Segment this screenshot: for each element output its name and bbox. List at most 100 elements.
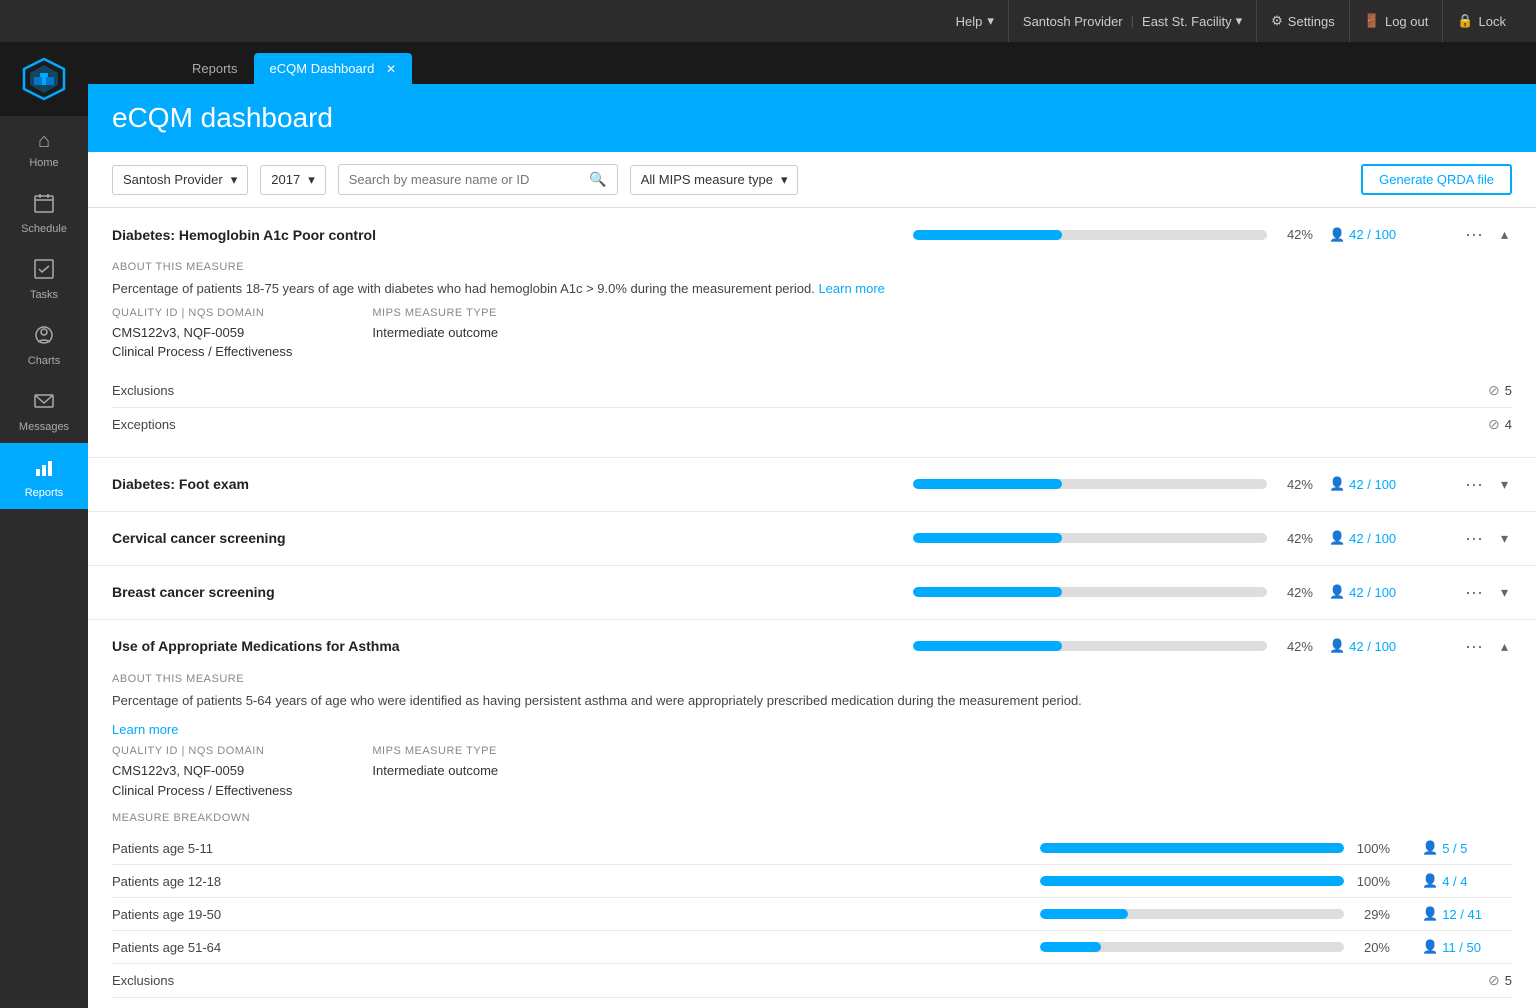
collapse-button[interactable]: ▴ <box>1497 636 1512 657</box>
measure-detail-asthma: ABOUT THIS MEASURE Percentage of patient… <box>88 673 1536 1008</box>
measure-header-asthma[interactable]: Use of Appropriate Medications for Asthm… <box>88 620 1536 673</box>
tab-reports-label: Reports <box>192 61 238 76</box>
progress-bar-fill <box>1040 843 1344 853</box>
help-menu[interactable]: Help ▾ <box>942 0 1009 42</box>
logout-button[interactable]: 🚪 Log out <box>1350 0 1444 42</box>
progress-pct: 42% <box>1277 585 1313 600</box>
help-label: Help <box>956 14 983 29</box>
sidebar-item-charts[interactable]: Charts <box>0 311 88 377</box>
learn-more-link-asthma[interactable]: Learn more <box>112 722 178 737</box>
measure-actions-breast-cancer: ··· ▾ <box>1461 580 1512 605</box>
more-options-button[interactable]: ··· <box>1461 472 1487 497</box>
year-dropdown[interactable]: 2017 ▾ <box>260 165 325 195</box>
provider-dropdown[interactable]: Santosh Provider ▾ <box>112 165 248 195</box>
measure-header-cervical-cancer[interactable]: Cervical cancer screening 42% 👤 42 / 100… <box>88 512 1536 565</box>
breakdown-row-19-50: Patients age 19-50 29% 👤 12 / 41 <box>112 898 1512 931</box>
breakdown-progress: 29% <box>1040 907 1390 922</box>
person-icon: 👤 <box>1422 939 1438 955</box>
quality-label-asthma: QUALITY ID | NQS DOMAIN <box>112 745 292 757</box>
measure-detail-diabetes-a1c: ABOUT THIS MEASURE Percentage of patient… <box>88 261 1536 457</box>
measure-name-diabetes-a1c: Diabetes: Hemoglobin A1c Poor control <box>112 227 392 243</box>
exclusion-value-asthma: 5 <box>1505 973 1512 988</box>
search-input[interactable] <box>349 172 584 187</box>
user-label: Santosh Provider <box>1023 14 1123 29</box>
measures-list: Diabetes: Hemoglobin A1c Poor control 42… <box>88 208 1536 1008</box>
chevron-down-icon-measure: ▾ <box>781 172 788 188</box>
measure-row-asthma: Use of Appropriate Medications for Asthm… <box>88 620 1536 1008</box>
sidebar-messages-label: Messages <box>19 421 69 433</box>
count-value: 12 / 41 <box>1442 907 1482 922</box>
tab-reports[interactable]: Reports <box>176 53 254 84</box>
count-value: 42 / 100 <box>1349 477 1396 492</box>
search-box[interactable]: 🔍 <box>338 164 618 195</box>
content-area: Reports eCQM Dashboard ✕ eCQM dashboard … <box>88 42 1536 1008</box>
count-value: 11 / 50 <box>1442 940 1481 955</box>
quality-section-asthma: QUALITY ID | NQS DOMAIN CMS122v3, NQF-00… <box>112 745 292 800</box>
settings-menu[interactable]: ⚙ Settings <box>1257 0 1350 42</box>
measure-header-diabetes-a1c[interactable]: Diabetes: Hemoglobin A1c Poor control 42… <box>88 208 1536 261</box>
exclusion-count: ⊘ 5 <box>1488 382 1512 399</box>
learn-more-label: Learn more <box>818 281 884 296</box>
generate-qrda-button[interactable]: Generate QRDA file <box>1361 164 1512 195</box>
expand-button[interactable]: ▾ <box>1497 528 1512 549</box>
count-value: 42 / 100 <box>1349 531 1396 546</box>
measure-actions-diabetes-a1c: ··· ▴ <box>1461 222 1512 247</box>
gear-icon: ⚙ <box>1271 13 1283 29</box>
sidebar-item-messages[interactable]: Messages <box>0 377 88 443</box>
charts-icon <box>34 325 54 351</box>
exclusion-row-0: Exclusions ⊘ 5 <box>112 374 1512 408</box>
tab-ecqm[interactable]: eCQM Dashboard ✕ <box>254 53 412 84</box>
breakdown-name: Patients age 19-50 <box>112 907 272 922</box>
sidebar-schedule-label: Schedule <box>21 223 67 235</box>
more-options-button[interactable]: ··· <box>1461 580 1487 605</box>
more-options-button[interactable]: ··· <box>1461 222 1487 247</box>
progress-bar-bg <box>913 230 1267 240</box>
progress-pct: 100% <box>1354 874 1390 889</box>
measure-actions-asthma: ··· ▴ <box>1461 634 1512 659</box>
mips-type: Intermediate outcome <box>372 323 498 343</box>
person-icon: 👤 <box>1422 840 1438 856</box>
progress-bar-bg <box>1040 876 1344 886</box>
provider-value: Santosh Provider <box>123 172 223 187</box>
exclusion-value: 5 <box>1505 383 1512 398</box>
progress-bar-fill <box>913 479 1062 489</box>
chevron-down-icon-year: ▾ <box>308 172 315 188</box>
schedule-icon <box>34 193 54 219</box>
measure-header-diabetes-foot[interactable]: Diabetes: Foot exam 42% 👤 42 / 100 ··· ▾ <box>88 458 1536 511</box>
breakdown-count: 👤 5 / 5 <box>1422 840 1512 856</box>
chevron-down-icon-facility[interactable]: ▾ <box>1236 13 1243 29</box>
progress-bar-bg <box>1040 942 1344 952</box>
expand-button[interactable]: ▾ <box>1497 474 1512 495</box>
measure-row-breast-cancer: Breast cancer screening 42% 👤 42 / 100 ·… <box>88 566 1536 620</box>
description-text: Percentage of patients 18-75 years of ag… <box>112 281 815 296</box>
collapse-button[interactable]: ▴ <box>1497 224 1512 245</box>
sidebar-item-tasks[interactable]: Tasks <box>0 245 88 311</box>
breakdown-progress: 100% <box>1040 874 1390 889</box>
measure-progress-breast-cancer: 42% <box>913 585 1313 600</box>
sidebar-item-schedule[interactable]: Schedule <box>0 179 88 245</box>
person-icon: 👤 <box>1329 638 1345 654</box>
sidebar-item-home[interactable]: ⌂ Home <box>0 116 88 179</box>
progress-bar-bg <box>1040 843 1344 853</box>
measure-header-breast-cancer[interactable]: Breast cancer screening 42% 👤 42 / 100 ·… <box>88 566 1536 619</box>
measure-progress-cervical-cancer: 42% <box>913 531 1313 546</box>
measure-type-dropdown[interactable]: All MIPS measure type ▾ <box>630 165 799 195</box>
progress-pct: 42% <box>1277 639 1313 654</box>
measure-meta-asthma: QUALITY ID | NQS DOMAIN CMS122v3, NQF-00… <box>112 745 1512 800</box>
learn-more-link[interactable]: Learn more <box>818 281 884 296</box>
tab-close-icon[interactable]: ✕ <box>386 62 396 76</box>
measure-description-asthma: Percentage of patients 5-64 years of age… <box>112 691 1512 711</box>
measure-actions-diabetes-foot: ··· ▾ <box>1461 472 1512 497</box>
lock-button[interactable]: 🔒 Lock <box>1443 0 1520 42</box>
expand-button[interactable]: ▾ <box>1497 582 1512 603</box>
sidebar-item-reports[interactable]: Reports <box>0 443 88 509</box>
more-options-button[interactable]: ··· <box>1461 526 1487 551</box>
progress-bar-fill <box>1040 942 1101 952</box>
progress-bar-bg <box>913 641 1267 651</box>
more-options-button[interactable]: ··· <box>1461 634 1487 659</box>
quality-id: CMS122v3, NQF-0059 <box>112 323 292 343</box>
person-icon: 👤 <box>1329 476 1345 492</box>
progress-pct: 42% <box>1277 227 1313 242</box>
breakdown-name: Patients age 51-64 <box>112 940 272 955</box>
user-info: Santosh Provider | East St. Facility ▾ <box>1009 0 1257 42</box>
